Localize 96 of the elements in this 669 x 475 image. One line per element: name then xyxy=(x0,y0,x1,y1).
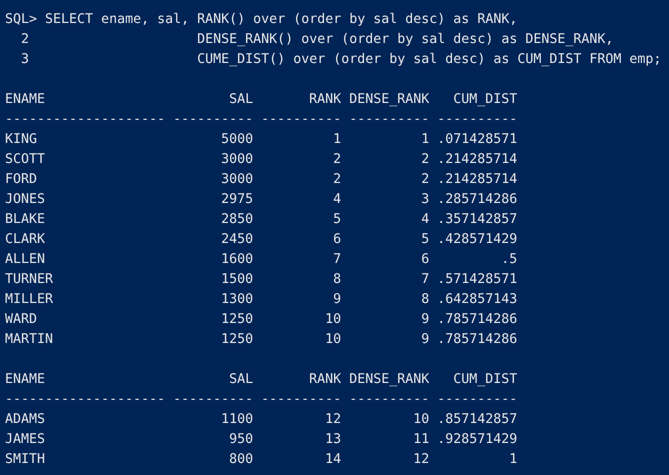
header-underline: -------------------- xyxy=(5,111,166,129)
line-number: 2 xyxy=(20,31,30,49)
table-cell-text: .5 xyxy=(500,251,518,269)
table-cell-text: 3000 xyxy=(220,151,254,169)
table-cell-text: 4 xyxy=(332,191,342,209)
table-cell-text: JONES xyxy=(5,191,46,209)
table-cell-text: 13 xyxy=(324,431,342,449)
table-cell-text: 5 xyxy=(420,231,430,249)
table-cell-text: 1 xyxy=(420,131,430,149)
column-heading: DENSE_RANK xyxy=(349,371,430,389)
table-cell-text: 1 xyxy=(332,131,342,149)
table-cell-text: 800 xyxy=(228,451,254,469)
sql-code: SELECT ename, sal, RANK() over (order by sal desc) as RANK, xyxy=(45,11,518,29)
header-underline: -------------------- xyxy=(5,391,166,409)
table-cell-text: 8 xyxy=(420,291,430,309)
header-underline: ---------- xyxy=(261,391,342,409)
table-cell-text: BLAKE xyxy=(5,211,46,229)
column-heading: SAL xyxy=(228,371,254,389)
table-cell-text: 2 xyxy=(420,151,430,169)
table-cell-text: ADAMS xyxy=(5,411,46,429)
table-cell-text: .214285714 xyxy=(437,151,518,169)
table-cell-text: 2 xyxy=(332,151,342,169)
table-cell-text: 7 xyxy=(420,271,430,289)
table-cell-text: 12 xyxy=(324,411,342,429)
table-cell-text: 1100 xyxy=(220,411,254,429)
header-underline: ---------- xyxy=(349,111,430,129)
table-cell-text: .285714286 xyxy=(437,191,518,209)
line-number: 3 xyxy=(20,51,30,69)
table-cell-text: 1 xyxy=(508,451,518,469)
column-heading: RANK xyxy=(308,91,342,109)
table-cell-text: 1600 xyxy=(220,251,254,269)
column-heading: SAL xyxy=(228,91,254,109)
table-cell-text: 1250 xyxy=(220,311,254,329)
table-cell-text: 2450 xyxy=(220,231,254,249)
table-cell-text: 2 xyxy=(420,171,430,189)
table-cell-text: 950 xyxy=(228,431,254,449)
column-heading: ENAME xyxy=(5,91,46,109)
table-cell-text: 8 xyxy=(332,271,342,289)
table-cell-text: 2975 xyxy=(220,191,254,209)
table-cell-text: 11 xyxy=(412,431,430,449)
column-heading: DENSE_RANK xyxy=(349,91,430,109)
table-cell-text: MARTIN xyxy=(5,331,54,349)
table-cell-text: .785714286 xyxy=(437,331,518,349)
table-cell-text: 1250 xyxy=(220,331,254,349)
table-cell-text: 10 xyxy=(324,311,342,329)
column-heading: CUM_DIST xyxy=(452,91,518,109)
sql-code: CUME_DIST() over (order by sal desc) as CUM_DIST FROM emp; xyxy=(197,51,662,69)
header-underline: ---------- xyxy=(261,111,342,129)
table-cell-text: 6 xyxy=(332,231,342,249)
table-cell-text: 9 xyxy=(332,291,342,309)
header-underline: ---------- xyxy=(173,111,254,129)
column-heading: ENAME xyxy=(5,371,46,389)
table-cell-text: SCOTT xyxy=(5,151,46,169)
header-underline: ---------- xyxy=(349,391,430,409)
table-cell-text: KING xyxy=(5,131,38,149)
sql-prompt: SQL> xyxy=(5,11,38,29)
table-cell-text: MILLER xyxy=(5,291,54,309)
table-cell-text: 10 xyxy=(324,331,342,349)
table-cell-text: 9 xyxy=(420,311,430,329)
table-cell-text: .642857143 xyxy=(437,291,518,309)
table-cell-text: 4 xyxy=(420,211,430,229)
header-underline: ---------- xyxy=(173,391,254,409)
table-cell-text: 7 xyxy=(332,251,342,269)
table-cell-text: 9 xyxy=(420,331,430,349)
table-cell-text: TURNER xyxy=(5,271,54,289)
table-cell-text: 10 xyxy=(412,411,430,429)
table-cell-text: JAMES xyxy=(5,431,46,449)
table-cell-text: ALLEN xyxy=(5,251,46,269)
table-cell-text: .214285714 xyxy=(437,171,518,189)
table-cell-text: 3 xyxy=(420,191,430,209)
table-cell-text: 1500 xyxy=(220,271,254,289)
table-cell-text: FORD xyxy=(5,171,38,189)
table-cell-text: 12 xyxy=(412,451,430,469)
table-cell-text: 2 xyxy=(332,171,342,189)
table-cell-text: SMITH xyxy=(5,451,46,469)
sql-code: DENSE_RANK() over (order by sal desc) as DENSE_RANK, xyxy=(197,31,614,49)
column-heading: CUM_DIST xyxy=(452,371,518,389)
table-cell-text: .857142857 xyxy=(437,411,518,429)
table-cell-text: .357142857 xyxy=(437,211,518,229)
table-cell-text: .571428571 xyxy=(437,271,518,289)
column-heading: RANK xyxy=(308,371,342,389)
table-cell-text: 6 xyxy=(420,251,430,269)
table-cell-text: .785714286 xyxy=(437,311,518,329)
table-cell-text: .928571429 xyxy=(437,431,518,449)
table-cell-text: CLARK xyxy=(5,231,46,249)
table-cell-text: WARD xyxy=(5,311,38,329)
header-underline: ---------- xyxy=(437,391,518,409)
table-cell-text: 5000 xyxy=(220,131,254,149)
table-cell-text: 3000 xyxy=(220,171,254,189)
table-cell-text: 5 xyxy=(332,211,342,229)
table-cell-text: 2850 xyxy=(220,211,254,229)
table-cell-text: 1300 xyxy=(220,291,254,309)
header-underline: ---------- xyxy=(437,111,518,129)
table-cell-text: 14 xyxy=(324,451,342,469)
table-cell-text: .428571429 xyxy=(437,231,518,249)
table-cell-text: .071428571 xyxy=(437,131,518,149)
